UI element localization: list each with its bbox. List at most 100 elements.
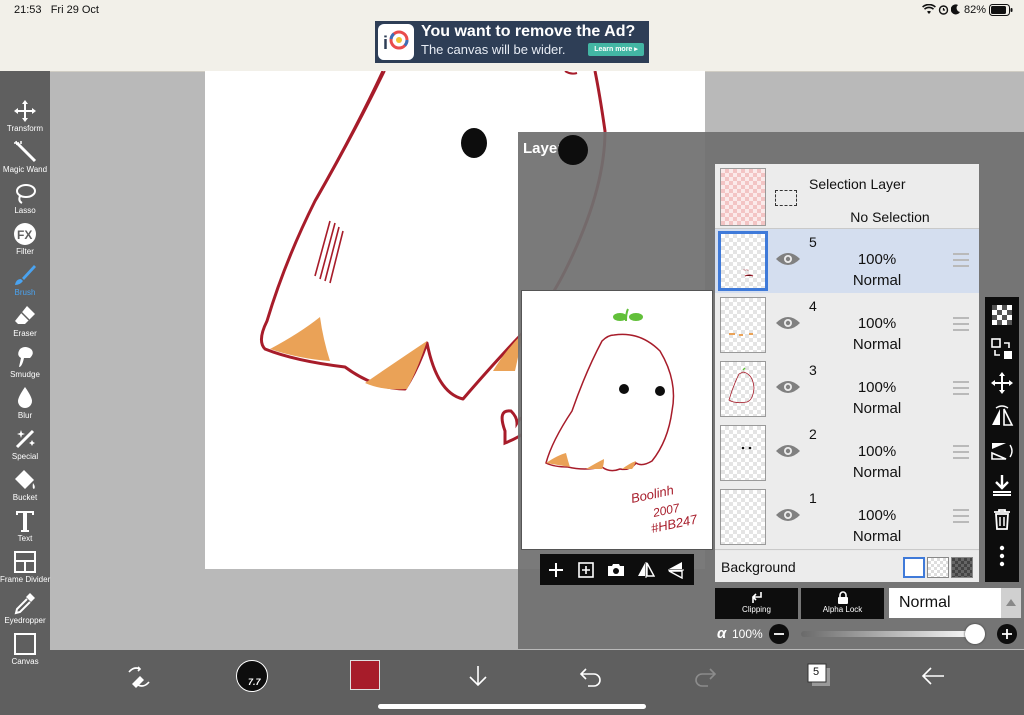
opacity-decrease-button[interactable] <box>769 624 789 644</box>
layer-panel: Layer Boolinh 2007 #HB247 Selection Laye… <box>518 132 1024 649</box>
selection-layer-row[interactable]: Selection Layer No Selection <box>715 164 979 229</box>
merge-down-button[interactable] <box>990 473 1014 497</box>
magic-wand-icon <box>14 140 37 163</box>
opacity-slider[interactable] <box>801 624 985 644</box>
frame-divider-icon <box>14 551 36 573</box>
blur-drop-icon <box>18 387 32 408</box>
layer-blend-mode: Normal <box>852 336 902 353</box>
flip-horizontal-button[interactable] <box>633 558 659 581</box>
drag-handle-icon[interactable] <box>953 509 969 527</box>
flip-horizontal-icon <box>992 405 1014 426</box>
undo-button[interactable] <box>578 664 604 693</box>
plus-icon <box>1002 629 1012 639</box>
flip-layer-horizontal-button[interactable] <box>990 405 1014 429</box>
minus-icon <box>774 633 784 635</box>
battery-percent: 82% <box>964 4 987 16</box>
opacity-increase-button[interactable] <box>997 624 1017 644</box>
layer-opacity: 100% <box>857 315 897 332</box>
tool-eraser[interactable]: Eraser <box>0 304 50 345</box>
layer-row-2[interactable]: 2 100% Normal <box>715 421 979 486</box>
learn-more-button[interactable]: Learn more ▸ <box>588 43 644 56</box>
visibility-toggle[interactable] <box>775 251 801 272</box>
tool-transform[interactable]: Transform <box>0 99 50 140</box>
undo-icon <box>579 668 601 687</box>
tool-magic-wand[interactable]: Magic Wand <box>0 140 50 181</box>
canvas-icon <box>14 633 36 655</box>
layer-number: 2 <box>809 426 817 442</box>
blend-mode-dropdown-button[interactable] <box>1001 588 1021 618</box>
brush-icon <box>15 265 36 285</box>
layer-row-3[interactable]: 3 100% Normal <box>715 357 979 422</box>
layers-button[interactable]: 5 <box>806 662 832 688</box>
moon-icon <box>950 4 961 18</box>
save-down-button[interactable] <box>466 664 490 693</box>
layer-list: Selection Layer No Selection ~~ 5 100% N… <box>715 164 979 582</box>
tool-canvas[interactable]: Canvas <box>0 632 50 673</box>
opacity-slider-knob[interactable] <box>965 624 985 644</box>
drag-handle-icon[interactable] <box>953 317 969 335</box>
camera-icon <box>608 564 624 576</box>
trash-icon <box>994 509 1010 530</box>
visibility-toggle[interactable] <box>775 379 801 400</box>
tool-special[interactable]: Special <box>0 427 50 468</box>
ad-banner[interactable]: i You want to remove the Ad? The canvas … <box>375 21 649 63</box>
brush-swap-icon <box>128 666 150 688</box>
add-square-icon <box>578 562 594 578</box>
background-white-swatch[interactable] <box>903 557 925 578</box>
redo-button[interactable] <box>692 664 718 693</box>
tool-bucket[interactable]: Bucket <box>0 468 50 509</box>
clipping-button[interactable]: Clipping <box>715 588 798 619</box>
flip-vertical-button[interactable] <box>663 558 689 581</box>
lasso-icon <box>16 184 36 204</box>
add-layer-button[interactable] <box>543 558 569 581</box>
checker-button[interactable] <box>990 303 1014 327</box>
visibility-toggle[interactable] <box>775 315 801 336</box>
flip-vertical-icon <box>991 443 1013 460</box>
tool-smudge[interactable]: Smudge <box>0 345 50 386</box>
more-options-button[interactable] <box>990 544 1014 568</box>
brush-size-button[interactable]: 7.7 <box>236 660 268 692</box>
layer-opacity: 100% <box>857 443 897 460</box>
layer-row-4[interactable]: 4 100% Normal <box>715 293 979 358</box>
transfer-layer-button[interactable] <box>990 337 1014 361</box>
drag-handle-icon[interactable] <box>953 253 969 271</box>
blend-mode-select[interactable]: Normal <box>889 588 1001 618</box>
alpha-lock-button[interactable]: Alpha Lock <box>801 588 884 619</box>
tool-frame-divider[interactable]: Frame Divider <box>0 550 50 591</box>
app-logo-icon: i <box>378 24 414 60</box>
flip-layer-vertical-button[interactable] <box>990 439 1014 463</box>
tool-brush[interactable]: Brush <box>0 263 50 304</box>
camera-button[interactable] <box>603 558 629 581</box>
tool-text[interactable]: Text <box>0 509 50 550</box>
layer-number: 3 <box>809 362 817 378</box>
move-layer-button[interactable] <box>990 371 1014 395</box>
layer-blend-mode: Normal <box>852 400 902 417</box>
flip-vertical-icon <box>668 562 684 580</box>
background-dark-swatch[interactable] <box>951 557 973 578</box>
drag-handle-icon[interactable] <box>953 381 969 399</box>
checkerboard-icon <box>992 305 1012 325</box>
visibility-toggle[interactable] <box>775 443 801 464</box>
delete-layer-button[interactable] <box>990 507 1014 531</box>
tool-lasso[interactable]: Lasso <box>0 181 50 222</box>
battery-icon <box>989 4 1013 19</box>
quick-menu-button[interactable] <box>126 664 152 695</box>
layer-row-1[interactable]: 1 100% Normal <box>715 485 979 550</box>
background-transparent-swatch[interactable] <box>927 557 949 578</box>
background-row[interactable]: Background <box>715 551 979 582</box>
layer-row-5[interactable]: ~~ 5 100% Normal <box>715 229 979 294</box>
tool-sidebar: Transform Magic Wand Lasso FX Filter Bru… <box>0 71 50 715</box>
status-time: 21:53 Fri 29 Oct <box>14 4 99 16</box>
back-button[interactable] <box>920 664 946 693</box>
color-swatch-button[interactable] <box>350 660 380 690</box>
clipping-arrow-icon <box>751 592 762 603</box>
lock-icon <box>837 591 848 604</box>
visibility-toggle[interactable] <box>775 507 801 528</box>
merge-down-icon <box>993 475 1011 496</box>
tool-filter[interactable]: FX Filter <box>0 222 50 263</box>
tool-blur[interactable]: Blur <box>0 386 50 427</box>
tool-eyedropper[interactable]: Eyedropper <box>0 591 50 632</box>
drag-handle-icon[interactable] <box>953 445 969 463</box>
add-layer-copy-button[interactable] <box>573 558 599 581</box>
ad-subtitle: The canvas will be wider. <box>421 42 566 57</box>
